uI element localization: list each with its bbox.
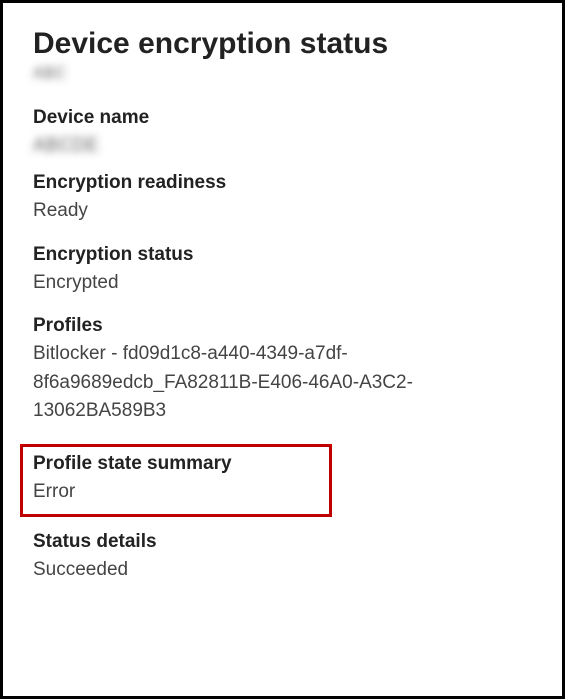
highlight-box: Profile state summary Error [20, 444, 332, 518]
field-label-encryption-status: Encryption status [33, 244, 532, 266]
field-encryption-readiness: Encryption readiness Ready [33, 172, 532, 226]
field-profiles: Profiles Bitlocker - fd09d1c8-a440-4349-… [33, 315, 532, 426]
field-value-profile-state-summary: Error [33, 478, 319, 507]
field-encryption-status: Encryption status Encrypted [33, 244, 532, 298]
field-value-encryption-readiness: Ready [33, 197, 532, 226]
field-value-encryption-status: Encrypted [33, 269, 532, 298]
field-label-profiles: Profiles [33, 315, 532, 337]
field-label-profile-state-summary: Profile state summary [33, 453, 319, 475]
field-value-device-name-redacted: ABCDE [33, 132, 103, 154]
field-value-profiles: Bitlocker - fd09d1c8-a440-4349-a7df-8f6a… [33, 340, 532, 426]
field-status-details: Status details Succeeded [33, 531, 532, 585]
page-title: Device encryption status [33, 27, 532, 61]
field-label-status-details: Status details [33, 531, 532, 553]
field-value-status-details: Succeeded [33, 556, 532, 585]
field-label-device-name: Device name [33, 107, 532, 129]
device-encryption-status-panel: Device encryption status ABC Device name… [0, 0, 565, 699]
field-profile-state-summary: Profile state summary Error [33, 453, 319, 507]
field-label-encryption-readiness: Encryption readiness [33, 172, 532, 194]
field-device-name: Device name ABCDE [33, 107, 532, 154]
page-subtitle-redacted: ABC [33, 65, 93, 83]
